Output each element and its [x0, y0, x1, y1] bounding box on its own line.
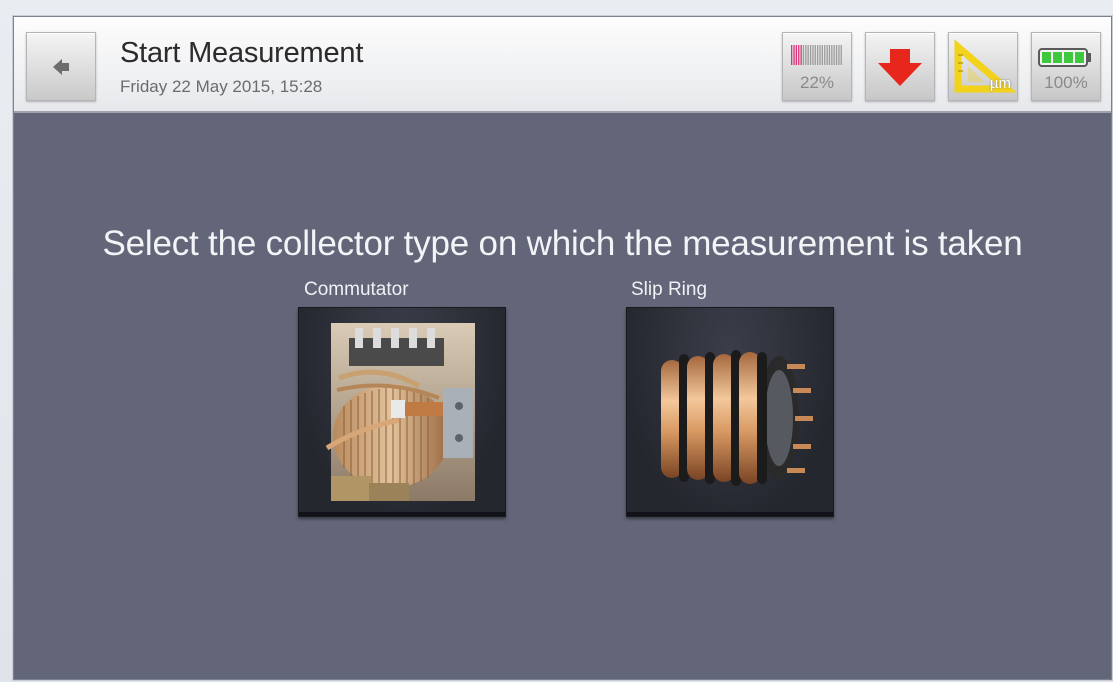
signal-bar: [826, 45, 828, 65]
signal-bar: [812, 45, 814, 65]
units-button[interactable]: µm: [948, 32, 1018, 101]
commutator-label: Commutator: [304, 279, 409, 300]
signal-bar: [800, 45, 802, 65]
signal-bar: [821, 45, 823, 65]
battery-cell: [1042, 52, 1051, 63]
signal-bar: [809, 45, 812, 65]
units-label: µm: [989, 75, 1011, 92]
download-arrow-icon: [878, 49, 922, 86]
signal-bar: [838, 45, 840, 65]
download-button[interactable]: [865, 32, 935, 101]
back-button[interactable]: [26, 32, 96, 101]
commutator-option-button[interactable]: [298, 307, 506, 517]
signal-bar: [814, 45, 816, 65]
signal-bar: [817, 45, 819, 65]
header-bar: Start Measurement Friday 22 May 2015, 15…: [14, 17, 1111, 113]
selection-prompt: Select the collector type on which the m…: [102, 224, 1023, 263]
signal-strength-button[interactable]: 22%: [782, 32, 852, 101]
signal-bar: [791, 45, 793, 65]
signal-bar: [798, 45, 800, 65]
battery-cell: [1053, 52, 1062, 63]
battery-button[interactable]: 100%: [1031, 32, 1101, 101]
signal-bar: [824, 45, 826, 65]
signal-bar: [840, 45, 842, 65]
page-title: Start Measurement: [120, 37, 364, 69]
app-screen: Start Measurement Friday 22 May 2015, 15…: [13, 16, 1112, 680]
battery-cell: [1075, 52, 1084, 63]
page-datetime: Friday 22 May 2015, 15:28: [120, 77, 323, 96]
signal-strength-value: 22%: [799, 73, 835, 92]
signal-bar: [828, 45, 831, 65]
slip-ring-option-button[interactable]: [626, 307, 834, 517]
signal-bar: [793, 45, 795, 65]
signal-bar: [835, 45, 838, 65]
battery-value: 100%: [1044, 73, 1088, 92]
signal-bar: [833, 45, 835, 65]
signal-bar: [807, 45, 809, 65]
slip-ring-label: Slip Ring: [631, 279, 708, 300]
signal-bar: [802, 45, 805, 65]
battery-cell: [1064, 52, 1073, 63]
back-arrow-icon: [53, 59, 69, 75]
signal-bar: [831, 45, 833, 65]
commutator-image: [325, 323, 475, 501]
signal-bar: [795, 45, 797, 65]
slip-ring-image: [661, 350, 813, 486]
signal-bar: [819, 45, 821, 65]
signal-bar: [805, 45, 807, 65]
